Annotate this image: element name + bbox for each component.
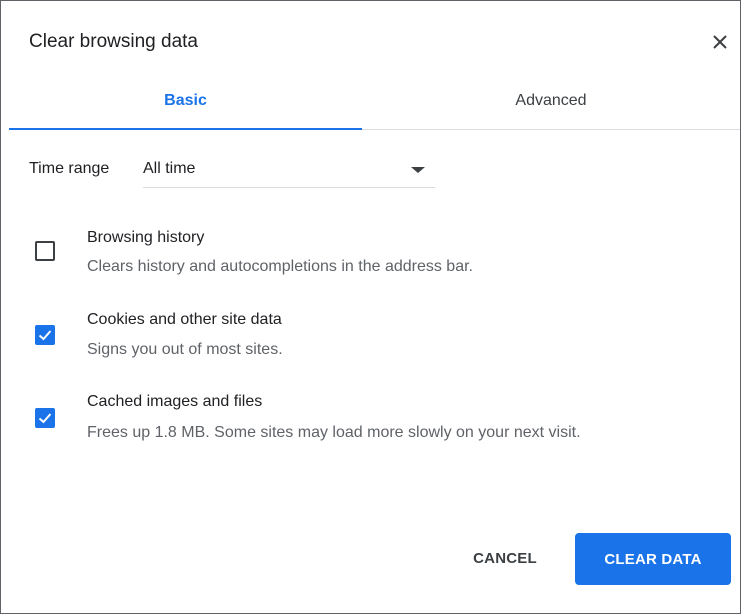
cached-images-checkbox[interactable] [35, 408, 55, 428]
time-range-value: All time [143, 160, 196, 177]
browsing-history-title: Browsing history [87, 229, 205, 246]
active-tab-indicator [9, 128, 362, 130]
close-icon [707, 29, 733, 55]
browsing-history-checkbox[interactable] [35, 241, 55, 261]
tab-basic[interactable]: Basic [9, 73, 362, 129]
cookies-checkbox[interactable] [35, 325, 55, 345]
dropdown-arrow-icon [411, 167, 425, 173]
cancel-button[interactable]: CANCEL [458, 533, 552, 583]
cached-images-title: Cached images and files [87, 393, 263, 410]
clear-data-button[interactable]: CLEAR DATA [575, 533, 731, 585]
cached-images-description: Frees up 1.8 MB. Some sites may load mor… [87, 424, 581, 441]
cookies-title: Cookies and other site data [87, 311, 282, 328]
browsing-history-description: Clears history and autocompletions in th… [87, 258, 473, 275]
time-range-select[interactable]: All time [143, 153, 435, 188]
cookies-description: Signs you out of most sites. [87, 341, 283, 358]
tab-advanced[interactable]: Advanced [362, 73, 740, 129]
time-range-label: Time range [29, 160, 110, 177]
clear-browsing-data-dialog: Clear browsing data Basic Advanced Time … [0, 0, 741, 614]
close-button[interactable] [707, 29, 733, 55]
dialog-title: Clear browsing data [29, 31, 198, 52]
tab-bar: Basic Advanced [9, 73, 740, 130]
